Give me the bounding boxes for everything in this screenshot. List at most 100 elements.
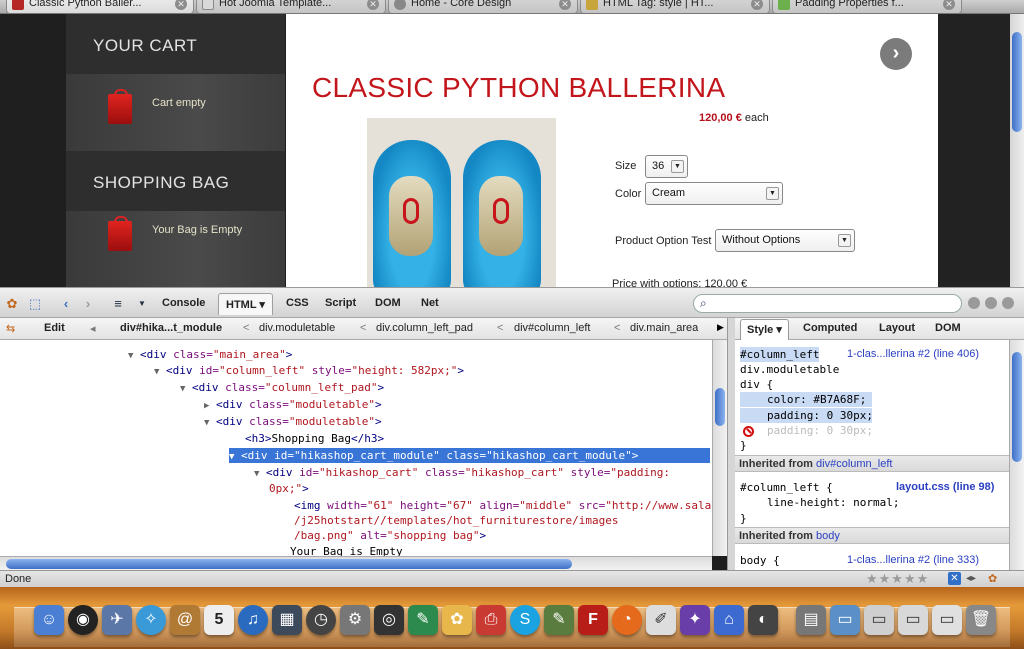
scrollbar-thumb[interactable] — [715, 388, 725, 426]
color-select[interactable]: Cream ▼ — [645, 182, 783, 205]
filezilla-icon[interactable]: F — [578, 605, 608, 635]
option-select[interactable]: Without Options ▼ — [715, 229, 855, 252]
expand-triangle-icon[interactable]: ▼ — [180, 382, 192, 397]
tree-node-hikashop-cart-module[interactable]: ▼ <div id="hikashop_cart_module" class="h… — [229, 448, 710, 463]
bag-status[interactable]: Your Bag is Empty — [152, 224, 242, 236]
mail-icon[interactable]: ✈ — [102, 605, 132, 635]
tree-node-hikashop-cart[interactable]: ▼ <div id="hikashop_cart" class="hikashop… — [254, 465, 670, 480]
tree-node-text[interactable]: Your Bag is Empty — [290, 544, 403, 556]
size-select[interactable]: 36 ▼ — [645, 155, 688, 178]
folder-icon[interactable]: ▭ — [830, 605, 860, 635]
close-icon[interactable]: ✕ — [943, 0, 955, 10]
crumb-item[interactable]: div#column_left — [514, 322, 590, 334]
browser-tab-classic-python[interactable]: Classic Python Baller... ✕ — [6, 0, 194, 13]
tab-console[interactable]: Console — [162, 297, 205, 309]
window-icon[interactable]: ▭ — [898, 605, 928, 635]
skype-icon[interactable]: S — [510, 605, 540, 635]
tab-style[interactable]: Style ▾ — [740, 319, 789, 340]
css-property-padding[interactable]: padding: 0 30px; — [740, 408, 873, 423]
firebug-icon[interactable]: ✿ — [4, 296, 20, 312]
selector-line[interactable]: #column_left { — [740, 480, 833, 495]
css-property-padding-overridden[interactable]: padding: 0 30px; — [767, 423, 873, 438]
firefox-icon[interactable]: ◔ — [612, 605, 642, 635]
expand-triangle-icon[interactable]: ▼ — [229, 450, 241, 465]
css-property-color[interactable]: color: #B7A68F; — [740, 392, 872, 407]
window-icon[interactable]: ▭ — [932, 605, 962, 635]
close-icon[interactable]: ✕ — [559, 0, 571, 10]
tree-node-h3[interactable]: <h3>Shopping Bag</h3> — [245, 431, 384, 446]
window-icon[interactable]: ▭ — [864, 605, 894, 635]
browser-tab-padding[interactable]: Padding Properties f... ✕ — [772, 0, 962, 13]
selector-line[interactable]: div.moduletable — [740, 362, 839, 377]
scroll-left-icon[interactable]: ◂ — [90, 322, 96, 335]
tab-html[interactable]: HTML ▾ — [218, 293, 273, 315]
panel-splitter[interactable] — [727, 318, 735, 570]
back-icon[interactable]: ‹ — [58, 296, 74, 312]
selector-line[interactable]: div { — [740, 377, 773, 392]
expand-triangle-icon[interactable]: ▼ — [254, 467, 266, 482]
close-icon[interactable]: ✕ — [175, 0, 187, 10]
detach-button[interactable] — [985, 297, 997, 309]
selector-line[interactable]: #column_left — [740, 347, 820, 362]
tree-node-column-left-pad[interactable]: ▼ <div class="column_left_pad"> — [180, 380, 384, 395]
browser-tab-core-design[interactable]: Home - Core Design ✕ — [388, 0, 578, 13]
stack-icon[interactable]: ▤ — [796, 605, 826, 635]
scrollbar-thumb[interactable] — [6, 559, 572, 569]
itunes-icon[interactable]: ♫ — [238, 605, 268, 635]
textedit-icon[interactable]: ✐ — [646, 605, 676, 635]
rating-stars-icon[interactable]: ★★★★★ — [866, 571, 929, 587]
menu-icon[interactable]: ≡ — [110, 296, 126, 312]
edit-button[interactable]: Edit — [44, 322, 65, 334]
scrollbar-thumb[interactable] — [1012, 352, 1022, 462]
safari-icon[interactable]: ✧ — [136, 605, 166, 635]
dashboard-icon[interactable]: ◉ — [68, 605, 98, 635]
browser-tab-html-style[interactable]: HTML Tag: style | HT... ✕ — [580, 0, 770, 13]
tab-dom[interactable]: DOM — [935, 322, 961, 334]
tab-computed[interactable]: Computed — [803, 322, 857, 334]
html-panel-scrollbar[interactable] — [712, 340, 727, 556]
collapse-triangle-icon[interactable]: ▶ — [204, 399, 216, 414]
expand-triangle-icon[interactable]: ▼ — [128, 349, 140, 364]
minimize-button[interactable] — [968, 297, 980, 309]
page-scrollbar[interactable] — [1010, 14, 1024, 287]
scrollbar-thumb[interactable] — [1012, 32, 1022, 132]
forward-icon[interactable]: › — [80, 296, 96, 312]
product-image[interactable] — [367, 118, 556, 287]
inherited-source-link[interactable]: body — [816, 530, 840, 542]
time-machine-icon[interactable]: ◷ — [306, 605, 336, 635]
close-icon[interactable]: ✕ — [751, 0, 763, 10]
firebug-search-input[interactable]: ⌕ — [693, 294, 962, 313]
app-icon[interactable]: ✦ — [680, 605, 710, 635]
crumb-current[interactable]: div#hika...t_module — [120, 322, 222, 334]
quill-icon[interactable]: ✎ — [408, 605, 438, 635]
inherited-source-link[interactable]: div#column_left — [816, 458, 892, 470]
trash-icon[interactable]: 🗑 — [966, 605, 996, 635]
firebug-status-icon[interactable]: ✿ — [988, 572, 997, 585]
crumb-item[interactable]: div.column_left_pad — [376, 322, 473, 334]
script-editor-icon[interactable]: ✎ — [544, 605, 574, 635]
tree-node-main-area[interactable]: ▼ <div class="main_area"> — [128, 347, 292, 362]
spaces-icon[interactable]: ▦ — [272, 605, 302, 635]
utility-icon[interactable]: ◐ — [748, 605, 778, 635]
tree-icon[interactable]: ⇆ — [6, 322, 15, 335]
extension-icon[interactable]: ✕ — [948, 572, 961, 585]
network-icon[interactable]: ⌂ — [714, 605, 744, 635]
menu-arrow-icon[interactable]: ▼ — [134, 296, 150, 312]
scroll-right-icon[interactable]: ▶ — [717, 322, 724, 333]
tree-node-moduletable-collapsed[interactable]: ▶ <div class="moduletable"> — [204, 397, 382, 412]
addon-icon[interactable]: ◂▸ — [966, 573, 976, 584]
flower-icon[interactable]: ✿ — [442, 605, 472, 635]
tree-node-img[interactable]: <img width="61" height="67" align="middl… — [294, 498, 712, 513]
next-product-button[interactable]: › — [880, 38, 912, 70]
crumb-item[interactable]: div.main_area — [630, 322, 698, 334]
style-panel-scrollbar[interactable] — [1009, 340, 1024, 570]
browser-tab-hot-joomla[interactable]: Hot Joomla Template... ✕ — [196, 0, 386, 13]
css-property-line-height[interactable]: line-height: normal; — [767, 495, 899, 510]
pdf-icon[interactable]: ⎙ — [476, 605, 506, 635]
crumb-item[interactable]: div.moduletable — [259, 322, 335, 334]
inspect-icon[interactable]: ⬚ — [27, 296, 43, 312]
finder-icon[interactable]: ☺ — [34, 605, 64, 635]
source-link[interactable]: layout.css (line 98) — [896, 481, 994, 493]
close-icon[interactable]: ✕ — [367, 0, 379, 10]
tab-layout[interactable]: Layout — [879, 322, 915, 334]
